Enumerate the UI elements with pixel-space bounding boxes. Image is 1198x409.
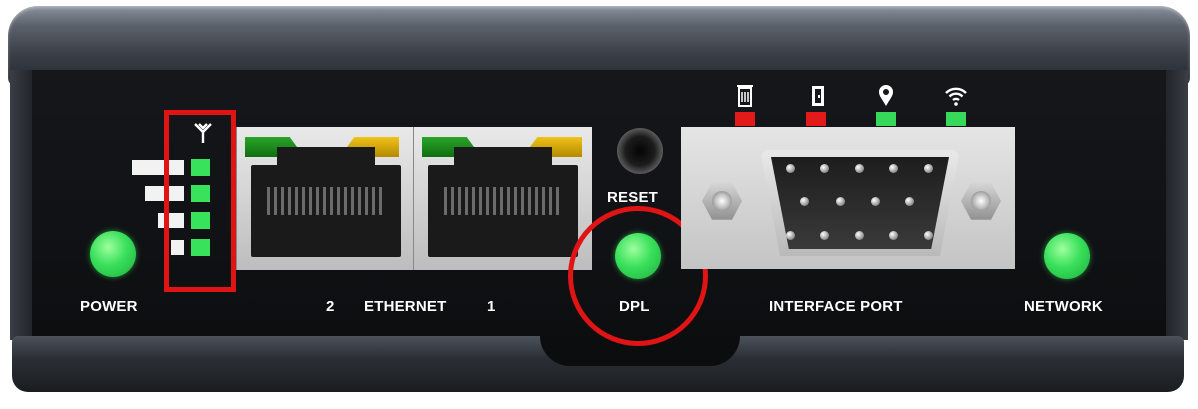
status-led-location bbox=[876, 112, 896, 126]
ethernet-port-2-label: 2 bbox=[326, 298, 335, 315]
ethernet-label: ETHERNET bbox=[364, 298, 447, 315]
reset-button[interactable] bbox=[617, 128, 663, 174]
door-icon bbox=[812, 86, 824, 106]
power-led bbox=[90, 231, 136, 277]
device-front-panel: POWER 2 ETHERNET 1 RESET DPL INTERFACE P… bbox=[0, 0, 1198, 409]
network-label: NETWORK bbox=[1024, 298, 1103, 315]
sd-card-icon bbox=[737, 85, 753, 107]
status-led-sd-card bbox=[735, 112, 755, 126]
location-pin-icon bbox=[879, 85, 893, 106]
status-led-wifi bbox=[946, 112, 966, 126]
network-led bbox=[1044, 233, 1090, 279]
ethernet-port-1[interactable] bbox=[413, 127, 592, 270]
power-label: POWER bbox=[80, 298, 138, 315]
wifi-icon bbox=[945, 87, 967, 106]
interface-port-label: INTERFACE PORT bbox=[769, 298, 903, 315]
signal-highlight-box bbox=[164, 110, 236, 292]
ethernet-port-2[interactable] bbox=[236, 127, 415, 270]
reset-label: RESET bbox=[607, 189, 659, 206]
status-led-door bbox=[806, 112, 826, 126]
ethernet-port-1-label: 1 bbox=[487, 298, 496, 315]
